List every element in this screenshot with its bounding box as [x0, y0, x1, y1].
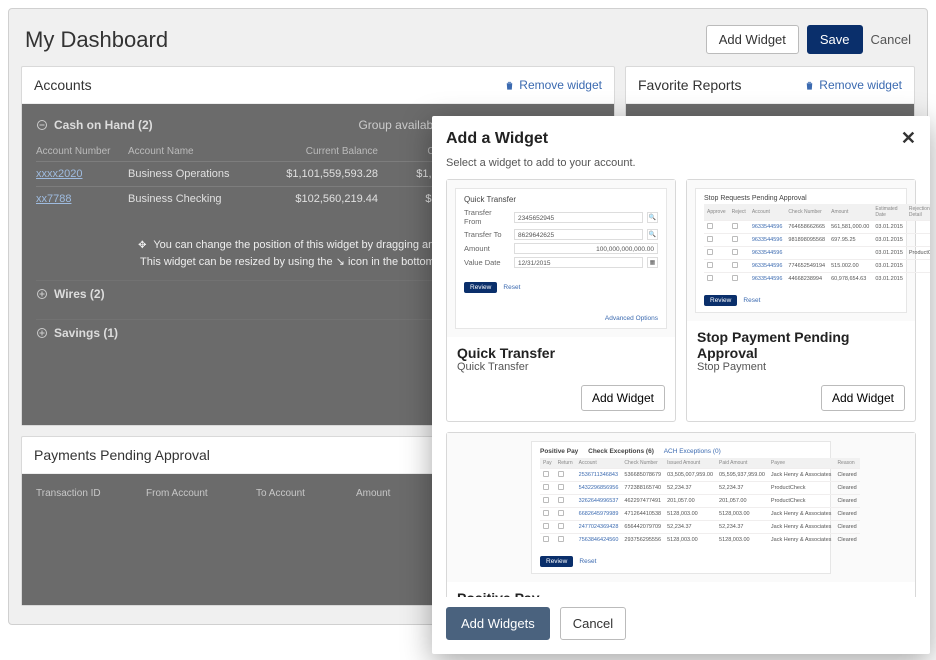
add-widget-button[interactable]: Add Widget — [706, 25, 799, 54]
account-link[interactable]: xxxx2020 — [36, 168, 118, 180]
mini-table: PayReturn AccountCheck Number Issued Amo… — [540, 458, 860, 546]
mini-table: ApproveReject AccountCheck Number Amount… — [704, 204, 930, 285]
save-button[interactable]: Save — [807, 25, 863, 54]
trash-icon — [804, 80, 815, 91]
remove-widget-link[interactable]: Remove widget — [804, 78, 902, 92]
widget-card-positive-pay[interactable]: Positive Pay Check Exceptions (6) ACH Ex… — [446, 432, 916, 597]
widget-title: Accounts — [34, 77, 92, 93]
widget-card-name: Positive Pay — [457, 590, 905, 597]
cash-on-hand-toggle[interactable]: Cash on Hand (2) — [36, 118, 153, 132]
minus-circle-icon — [36, 119, 48, 131]
plus-circle-icon — [36, 288, 48, 300]
widget-title: Payments Pending Approval — [34, 447, 210, 463]
move-icon: ✥ — [138, 240, 146, 251]
account-link[interactable]: xx7788 — [36, 193, 118, 205]
widget-card-category: Quick Transfer — [457, 361, 665, 373]
modal-footer: Add Widgets Cancel — [432, 597, 930, 654]
add-widget-card-button[interactable]: Add Widget — [821, 385, 905, 411]
add-widget-card-button[interactable]: Add Widget — [581, 385, 665, 411]
plus-circle-icon — [36, 327, 48, 339]
close-icon[interactable]: ✕ — [901, 128, 916, 149]
widget-card-name: Quick Transfer — [457, 345, 665, 361]
header-actions: Add Widget Save Cancel — [706, 25, 911, 54]
remove-widget-link[interactable]: Remove widget — [504, 78, 602, 92]
widget-card-stop-payment[interactable]: Stop Requests Pending Approval ApproveRe… — [686, 179, 916, 422]
add-widget-modal: Add a Widget ✕ Select a widget to add to… — [432, 116, 930, 654]
modal-header: Add a Widget ✕ — [432, 116, 930, 155]
widget-title: Favorite Reports — [638, 77, 741, 93]
calendar-icon: ▦ — [647, 257, 658, 268]
trash-icon — [504, 80, 515, 91]
modal-body: Quick Transfer Transfer From2345652945🔍 … — [432, 179, 930, 597]
widget-preview: Stop Requests Pending Approval ApproveRe… — [687, 180, 915, 321]
page-title: My Dashboard — [25, 27, 168, 53]
widget-preview: Quick Transfer Transfer From2345652945🔍 … — [447, 180, 675, 337]
dashboard-header: My Dashboard Add Widget Save Cancel — [21, 19, 915, 66]
modal-cancel-button[interactable]: Cancel — [560, 607, 626, 640]
add-widgets-button[interactable]: Add Widgets — [446, 607, 550, 640]
widget-preview: Positive Pay Check Exceptions (6) ACH Ex… — [447, 433, 915, 582]
widget-card-name: Stop Payment Pending Approval — [697, 329, 905, 361]
search-icon: 🔍 — [647, 229, 658, 240]
cancel-button[interactable]: Cancel — [871, 32, 911, 47]
widget-card-category: Stop Payment — [697, 361, 905, 373]
search-icon: 🔍 — [647, 212, 658, 223]
modal-title: Add a Widget — [446, 130, 548, 148]
modal-subtitle: Select a widget to add to your account. — [432, 155, 930, 179]
widget-card-quick-transfer[interactable]: Quick Transfer Transfer From2345652945🔍 … — [446, 179, 676, 422]
widget-header: Accounts Remove widget — [22, 67, 614, 104]
widget-header: Favorite Reports Remove widget — [626, 67, 914, 104]
